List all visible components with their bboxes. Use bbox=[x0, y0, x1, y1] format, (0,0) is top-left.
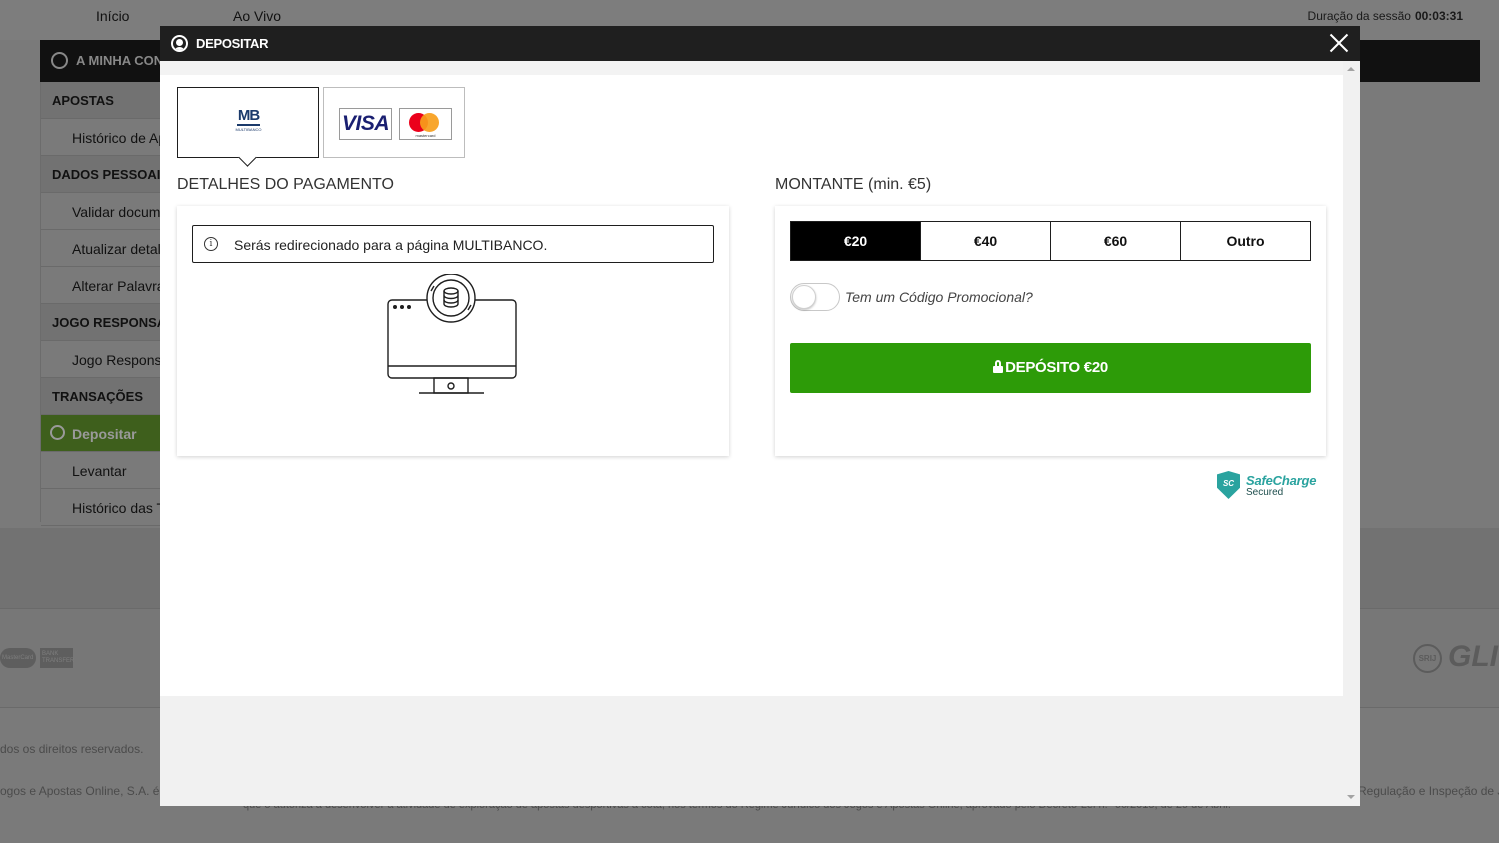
sidebar-heading-jogo-responsavel: JOGO RESPONSÁVEL bbox=[41, 304, 165, 341]
payment-method-multibanco[interactable]: MB MULTIBANCO bbox=[177, 87, 319, 158]
deposit-button-label: DEPÓSITO €20 bbox=[1005, 359, 1108, 376]
payment-details-title: DETALHES DO PAGAMENTO bbox=[177, 176, 394, 193]
sidebar-item-validar-documentos[interactable]: Validar documentos bbox=[41, 193, 165, 230]
payment-method-card[interactable]: VISA mastercard bbox=[323, 87, 465, 158]
multibanco-logo-sub: MULTIBANCO bbox=[235, 127, 262, 132]
mastercard-logo: mastercard bbox=[399, 108, 452, 140]
footer-rights-text: dos os direitos reservados. bbox=[0, 742, 144, 756]
amount-card: €20 €40 €60 Outro Tem um Código Promocio… bbox=[775, 206, 1326, 456]
amount-title: MONTANTE (min. €5) bbox=[775, 176, 932, 193]
session-timer: Duração da sessão 00:03:31 bbox=[1308, 9, 1463, 23]
scroll-up-arrow-icon[interactable] bbox=[1347, 67, 1355, 71]
lock-icon bbox=[993, 360, 1004, 373]
visa-logo: VISA bbox=[339, 108, 392, 140]
info-message-text: Serás redirecionado para a página MULTIB… bbox=[234, 237, 548, 253]
multibanco-logo-text: MB bbox=[237, 107, 260, 124]
sidebar-heading-dados-pessoais: DADOS PESSOAIS bbox=[41, 156, 165, 193]
scroll-down-arrow-icon[interactable] bbox=[1347, 795, 1355, 799]
deposit-modal: DEPOSITAR MB MULTIBANCO VISA mastercard … bbox=[160, 26, 1360, 806]
sidebar-item-historico-apostas[interactable]: Histórico de Apostas bbox=[41, 119, 165, 156]
gli-logo: GLI bbox=[1448, 640, 1498, 673]
user-icon bbox=[51, 52, 68, 69]
sidebar-item-jogo-responsavel[interactable]: Jogo Responsável bbox=[41, 341, 165, 378]
amount-option-other[interactable]: Outro bbox=[1181, 222, 1310, 260]
close-icon[interactable] bbox=[1327, 31, 1351, 55]
sidebar-item-alterar-palavra-passe[interactable]: Alterar Palavra-passe bbox=[41, 267, 165, 304]
payment-details-card: i Serás redirecionado para a página MULT… bbox=[177, 206, 729, 456]
sidebar-item-label: Depositar bbox=[72, 426, 137, 442]
toggle-knob bbox=[792, 285, 816, 309]
nav-link-inicio[interactable]: Início bbox=[96, 8, 129, 24]
sidebar-item-levantar[interactable]: Levantar bbox=[41, 452, 165, 489]
safecharge-name: SafeCharge bbox=[1246, 473, 1317, 488]
amount-option-20[interactable]: €20 bbox=[791, 222, 921, 260]
promo-code-toggle[interactable] bbox=[790, 283, 840, 311]
safecharge-badge: SC SafeCharge Secured bbox=[1217, 471, 1327, 501]
deposit-button[interactable]: DEPÓSITO €20 bbox=[790, 343, 1311, 393]
info-message-box: i Serás redirecionado para a página MULT… bbox=[192, 225, 714, 263]
modal-title: DEPOSITAR bbox=[196, 36, 269, 51]
footer-legal-text: ogos e Apostas Online, S.A. é u bbox=[0, 784, 170, 798]
info-icon: i bbox=[204, 237, 218, 251]
srij-logo: SRIJ bbox=[1413, 643, 1442, 673]
session-label: Duração da sessão bbox=[1307, 9, 1411, 23]
amount-option-40[interactable]: €40 bbox=[921, 222, 1051, 260]
sidebar-heading-transacoes: TRANSAÇÕES bbox=[41, 378, 165, 415]
sidebar-item-depositar[interactable]: Depositar bbox=[41, 415, 165, 452]
regulator-logos: SRIJ GLI bbox=[1413, 640, 1498, 674]
shield-icon: SC bbox=[1217, 471, 1240, 499]
monitor-redirect-icon bbox=[387, 274, 517, 394]
sidebar-item-atualizar-detalhes[interactable]: Atualizar detalhes bbox=[41, 230, 165, 267]
user-icon bbox=[171, 35, 188, 52]
multibanco-logo: MB MULTIBANCO bbox=[235, 108, 262, 140]
user-icon bbox=[50, 425, 65, 440]
mastercard-logo-text: mastercard bbox=[415, 133, 436, 138]
nav-link-ao-vivo[interactable]: Ao Vivo bbox=[233, 8, 281, 24]
account-sidebar: APOSTAS Histórico de Apostas DADOS PESSO… bbox=[40, 82, 165, 526]
session-time: 00:03:31 bbox=[1414, 9, 1463, 23]
bank-transfer-logo: BANK TRANSFER bbox=[40, 648, 74, 668]
sidebar-item-historico-transacoes[interactable]: Histórico das Transações bbox=[41, 489, 165, 526]
amount-options: €20 €40 €60 Outro bbox=[790, 221, 1311, 261]
scrollbar[interactable] bbox=[1343, 61, 1360, 806]
promo-code-label: Tem um Código Promocional? bbox=[845, 289, 1033, 305]
amount-option-60[interactable]: €60 bbox=[1051, 222, 1181, 260]
mastercard-logo: MasterCard bbox=[0, 648, 36, 668]
sidebar-heading-apostas: APOSTAS bbox=[41, 82, 165, 119]
footer-legal-text-right: Regulação e Inspeção de Jo bbox=[1358, 784, 1499, 798]
safecharge-sub: Secured bbox=[1246, 487, 1284, 498]
modal-header: DEPOSITAR bbox=[160, 26, 1360, 61]
